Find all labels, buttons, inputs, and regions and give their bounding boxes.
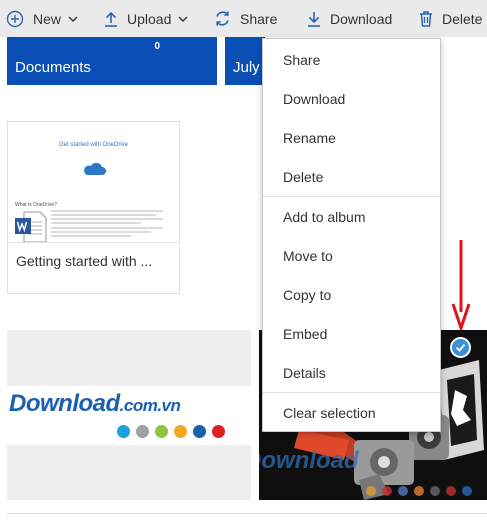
color-dot [193,425,206,438]
delete-button[interactable]: Delete [419,0,482,37]
chevron-down-icon [178,16,188,22]
logo-main-text: Download [9,390,120,417]
menu-item-copy-to[interactable]: Copy to [263,275,440,314]
red-arrow-annotation [451,240,471,330]
menu-item-move-to[interactable]: Move to [263,236,440,275]
color-dot [174,425,187,438]
upload-button[interactable]: Upload [104,0,188,37]
folder-item-count: 0 [154,41,160,52]
command-bar: New Upload Share Download Delete [0,0,487,37]
menu-item-label: Add to album [283,208,366,225]
menu-item-label: Move to [283,247,333,264]
menu-item-label: Rename [283,129,336,146]
color-dot [136,425,149,438]
menu-item-share[interactable]: Share [263,40,440,79]
upload-label: Upload [127,10,172,27]
color-dot [117,425,130,438]
onedrive-cloud-icon [84,162,106,175]
color-dot [212,425,225,438]
menu-item-label: Clear selection [283,404,376,421]
upload-icon [105,11,117,27]
thumbnail-subtitle: What is OneDrive? [15,202,57,208]
menu-item-label: Copy to [283,286,332,303]
logo-color-dots [117,425,231,438]
menu-item-embed[interactable]: Embed [263,314,440,353]
logo-domain-text: .com.vn [119,396,181,415]
menu-item-label: Details [283,364,326,381]
chevron-down-icon [68,16,78,22]
share-button[interactable]: Share [214,0,277,37]
new-button[interactable]: New [6,0,78,37]
trash-icon [420,10,432,27]
photo-tile-download-logo[interactable]: Download.com.vn [7,330,251,500]
menu-item-label: Download [283,90,346,107]
plus-circle-icon [6,10,24,27]
menu-item-label: Embed [283,325,328,342]
divider [7,513,487,514]
selected-check-icon[interactable] [450,337,471,358]
new-label: New [33,10,62,27]
word-document-icon [14,210,48,242]
photo-band [7,330,251,386]
thumbnail-title: Get started with OneDrive [58,142,129,148]
file-card-getting-started[interactable]: Get started with OneDrive What is OneDri… [7,121,180,294]
download-logo: Download.com.vn [9,390,181,418]
delete-label: Delete [442,10,483,27]
menu-item-details[interactable]: Details [263,353,440,392]
menu-item-rename[interactable]: Rename [263,118,440,157]
photo-band [7,445,251,500]
folder-tile-documents[interactable]: 0 Documents [7,37,217,85]
menu-item-label: Delete [283,168,324,185]
file-thumbnail: Get started with OneDrive What is OneDri… [8,122,179,243]
menu-item-delete[interactable]: Delete [263,157,440,196]
menu-item-label: Share [283,51,321,68]
download-icon [308,11,320,27]
menu-item-add-to-album[interactable]: Add to album [263,197,440,236]
share-icon [216,11,229,26]
folder-name: Documents [15,59,91,76]
share-label: Share [240,10,278,27]
menu-item-download[interactable]: Download [263,79,440,118]
file-name: Getting started with ... [16,253,153,269]
folder-name: July [233,59,260,76]
color-dot [155,425,168,438]
folder-tile-july[interactable]: July [225,37,265,85]
download-label: Download [330,10,393,27]
menu-item-clear-selection[interactable]: Clear selection [263,393,440,432]
download-button[interactable]: Download [307,0,392,37]
photo-watermark: Download [259,447,360,474]
context-menu: Share Download Rename Delete Add to albu… [262,38,441,432]
